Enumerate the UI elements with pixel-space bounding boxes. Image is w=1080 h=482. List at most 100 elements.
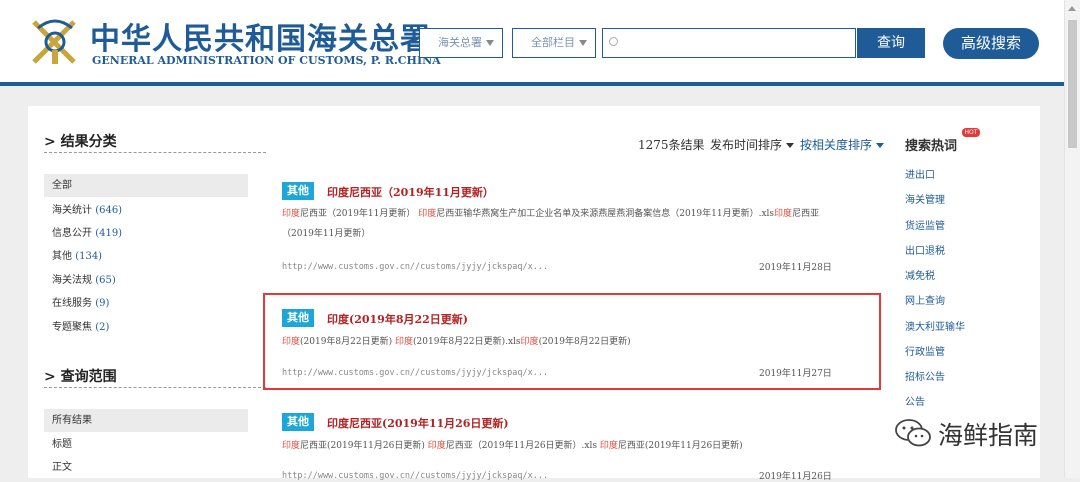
result-tag: 其他	[282, 413, 314, 431]
scope-select[interactable]: 海关总署	[419, 28, 503, 58]
column-select[interactable]: 全部栏目	[512, 28, 596, 58]
category-count: (646)	[95, 205, 123, 216]
scope-title: > 查询范围	[44, 366, 117, 386]
category-label: 在线服务	[52, 298, 92, 309]
chevron-down-icon	[579, 40, 587, 46]
title-highlight: 印度	[327, 417, 349, 430]
description-text: 尼西亚（2019年11月26日更新）.xls	[445, 441, 600, 451]
caret-down-icon	[786, 143, 795, 148]
result-date: 2019年11月26日	[759, 472, 832, 482]
category-item[interactable]: 海关统计 (646)	[44, 199, 248, 222]
description-line-2: （2019年11月更新）	[282, 229, 371, 239]
hot-badge: HOT	[962, 128, 980, 137]
result-url[interactable]: http://www.customs.gov.cn//customs/jyjy/…	[282, 262, 548, 272]
divider	[44, 387, 266, 388]
scope-label: 所有结果	[52, 415, 92, 426]
chevron-right-icon: >	[44, 369, 56, 385]
result-title-link[interactable]: 印度尼西亚(2019年11月26日更新)	[327, 415, 509, 431]
category-label: 专题聚焦	[52, 322, 92, 333]
keyword-highlight: 印度	[599, 441, 618, 451]
title-rest: 尼西亚(2019年11月26日更新)	[349, 417, 509, 430]
customs-emblem-icon	[32, 19, 76, 64]
site-title-en: GENERAL ADMINISTRATION OF CUSTOMS, P. R.…	[92, 54, 441, 67]
scope-item-title[interactable]: 标题	[44, 433, 248, 456]
sort-by-time-label: 发布时间排序	[710, 138, 783, 152]
result-date: 2019年11月28日	[759, 263, 832, 273]
category-label: 信息公开	[52, 228, 92, 239]
category-label: 海关统计	[52, 205, 92, 216]
page-scrollbar[interactable]	[1064, 0, 1080, 478]
category-item[interactable]: 海关法规 (65)	[44, 269, 248, 292]
description-text: 尼西亚(2019年11月26日更新)	[617, 441, 743, 451]
scope-item-body[interactable]: 正文	[44, 456, 248, 479]
category-item[interactable]: 其他 (134)	[44, 245, 248, 268]
keyword-highlight: 印度	[427, 441, 446, 451]
hot-keyword-link[interactable]: 行政监管	[905, 343, 945, 358]
scope-select-value: 海关总署	[438, 36, 482, 49]
site-header: 中华人民共和国海关总署 GENERAL ADMINISTRATION OF CU…	[0, 0, 1080, 86]
scroll-up-icon[interactable]	[1068, 6, 1076, 11]
category-count: (134)	[75, 251, 103, 262]
scope-item-all[interactable]: 所有结果	[44, 409, 248, 432]
title-rest: 尼西亚（2019年11月更新）	[349, 186, 494, 199]
hot-keyword-link[interactable]: 减免税	[905, 267, 935, 282]
description-line: 印度尼西亚（2019年11月更新） 印度尼西亚输华燕窝生产加工企业名单及来源燕屋…	[282, 204, 872, 224]
category-count: (9)	[95, 298, 110, 309]
sort-by-relevance-label: 按相关度排序	[800, 138, 873, 152]
category-count: (65)	[95, 275, 116, 286]
advanced-search-button[interactable]: 高级搜索	[943, 28, 1039, 59]
sort-by-time[interactable]: 发布时间排序	[710, 136, 795, 153]
category-item-all[interactable]: 全部	[44, 174, 248, 197]
scope-label: 正文	[52, 462, 72, 473]
hot-keyword-link[interactable]: 招标公告	[905, 368, 945, 383]
search-box	[602, 28, 856, 58]
keyword-highlight: 印度	[282, 209, 301, 219]
category-label: 全部	[52, 180, 72, 191]
chevron-down-icon	[486, 40, 494, 46]
hot-keyword-link[interactable]: 澳大利亚输华	[905, 318, 965, 333]
chevron-right-icon: >	[44, 134, 56, 150]
hot-keyword-link[interactable]: 公告	[905, 393, 925, 408]
watermark-text: 海鲜指南	[938, 421, 1039, 450]
hot-keywords-title: 搜索热词	[905, 139, 958, 154]
search-icon	[609, 37, 618, 46]
category-item[interactable]: 在线服务 (9)	[44, 292, 248, 315]
hot-keyword-link[interactable]: 海关管理	[905, 191, 945, 206]
category-count: (2)	[95, 322, 110, 333]
description-text: 尼西亚输华燕窝生产加工企业名单及来源燕屋燕洞备案信息（2019年11月更新）.x…	[436, 209, 775, 219]
result-description: 印度尼西亚(2019年11月26日更新) 印度尼西亚（2019年11月26日更新…	[282, 436, 872, 456]
category-item[interactable]: 信息公开 (419)	[44, 222, 248, 245]
scope-title-text: 查询范围	[60, 369, 117, 385]
category-title: > 结果分类	[44, 131, 117, 151]
description-text: 尼西亚（2019年11月更新）	[300, 209, 419, 219]
scope-label: 标题	[52, 439, 72, 450]
category-count: (419)	[95, 228, 123, 239]
category-item[interactable]: 专题聚焦 (2)	[44, 316, 248, 339]
annotation-red-box	[263, 293, 881, 390]
result-url[interactable]: http://www.customs.gov.cn//customs/jyjy/…	[282, 471, 548, 481]
hot-keyword-link[interactable]: 货运监管	[905, 217, 945, 232]
hot-keyword-link[interactable]: 网上查询	[905, 292, 945, 307]
result-tag: 其他	[282, 182, 314, 200]
keyword-highlight: 印度	[774, 209, 793, 219]
description-text: 尼西亚(2019年11月26日更新)	[300, 441, 428, 451]
wechat-icon	[895, 419, 931, 447]
divider	[44, 152, 266, 153]
category-label: 海关法规	[52, 275, 92, 286]
caret-down-icon	[876, 143, 885, 148]
description-text: 尼西亚	[792, 209, 820, 219]
keyword-highlight: 印度	[418, 209, 437, 219]
result-title-link[interactable]: 印度尼西亚（2019年11月更新）	[327, 184, 494, 200]
sort-by-relevance[interactable]: 按相关度排序	[800, 136, 885, 153]
scroll-thumb[interactable]	[1068, 20, 1077, 148]
column-select-value: 全部栏目	[531, 36, 575, 49]
result-description: 印度尼西亚（2019年11月更新） 印度尼西亚输华燕窝生产加工企业名单及来源燕屋…	[282, 204, 872, 244]
result-count: 1275条结果	[638, 138, 705, 152]
search-input[interactable]	[625, 32, 854, 56]
site-title-cn: 中华人民共和国海关总署	[90, 22, 431, 57]
hot-keyword-link[interactable]: 出口退税	[905, 242, 945, 257]
category-label: 其他	[52, 251, 72, 262]
hot-keyword-link[interactable]: 进出口	[905, 166, 935, 181]
category-title-text: 结果分类	[60, 134, 117, 150]
query-button[interactable]: 查询	[857, 28, 925, 58]
